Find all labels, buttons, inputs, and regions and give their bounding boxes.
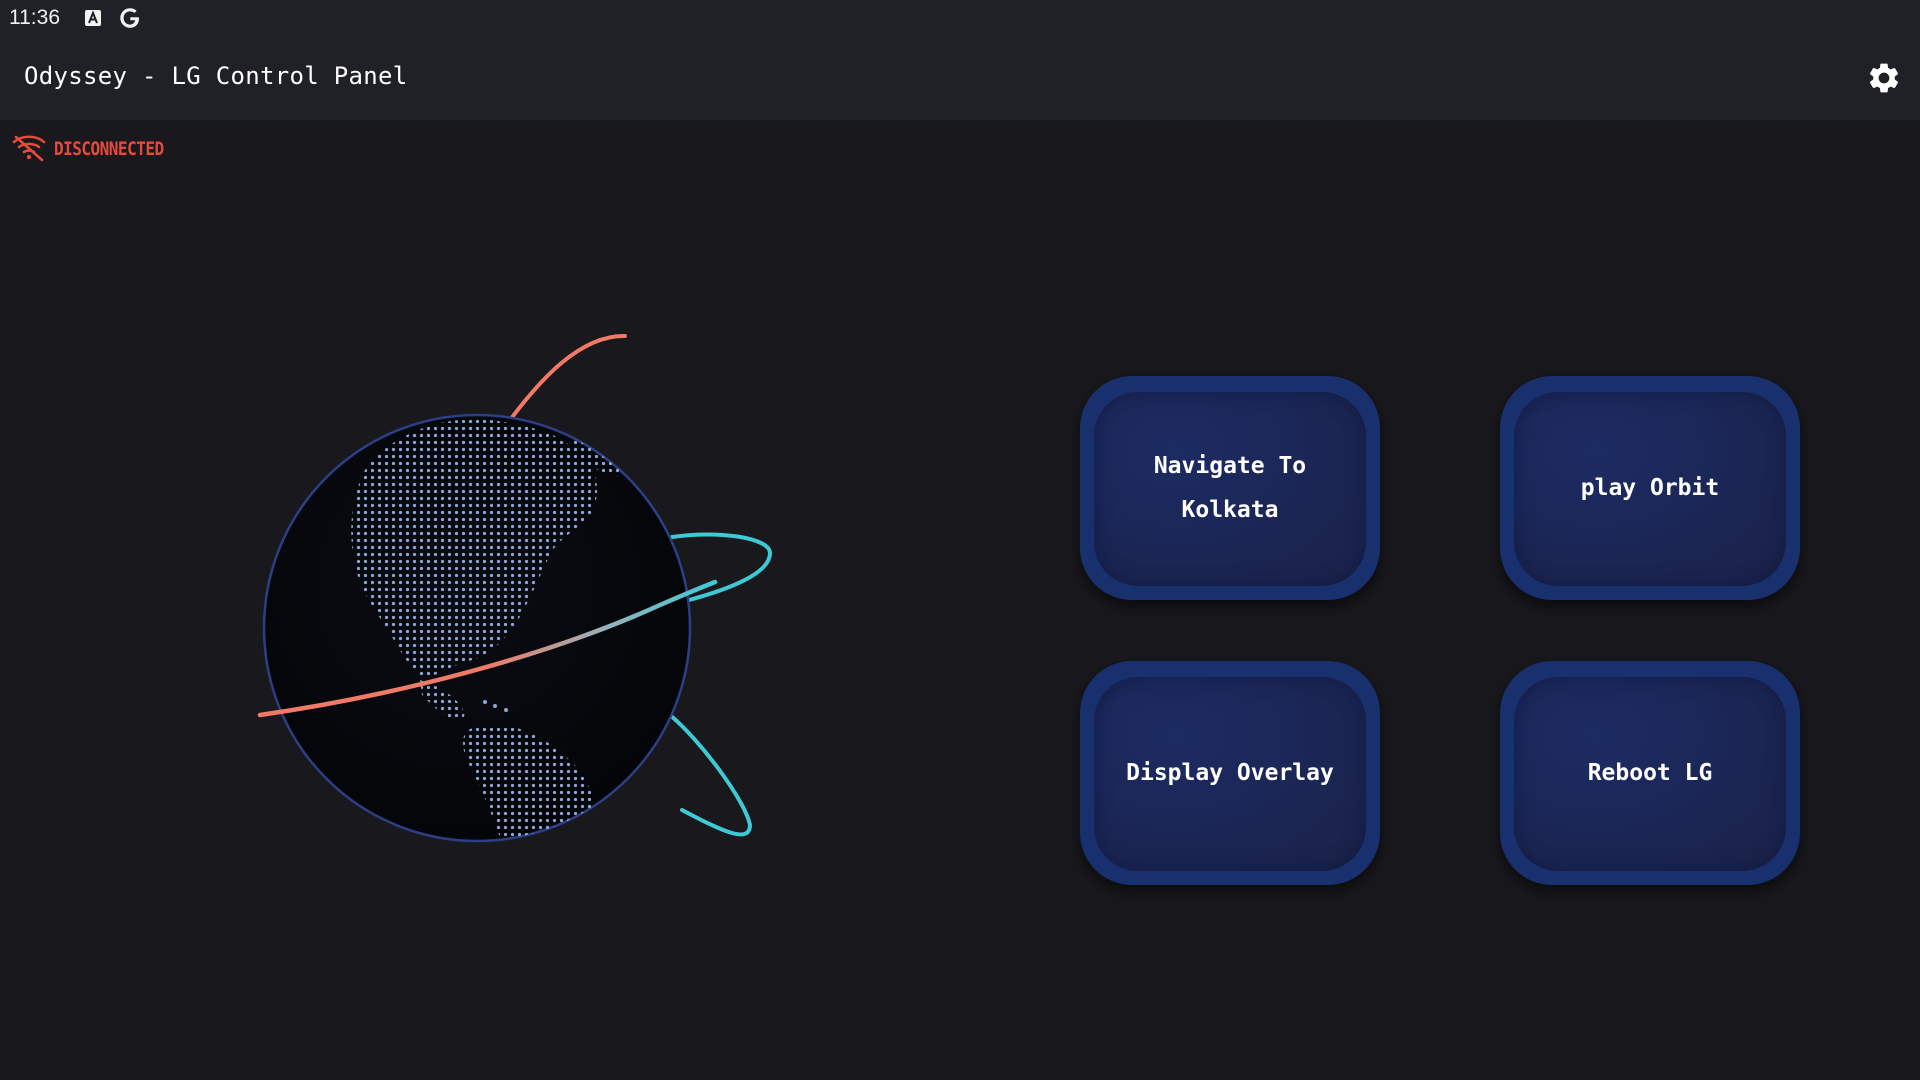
connection-status-label: DISCONNECTED	[54, 137, 164, 159]
navigate-to-kolkata-button[interactable]: Navigate To Kolkata	[1080, 376, 1380, 600]
status-time: 11:36	[9, 6, 60, 29]
display-overlay-button-label: Display Overlay	[1126, 760, 1334, 786]
gear-icon	[1869, 63, 1899, 93]
a-notification-icon	[82, 7, 106, 31]
reboot-lg-button-label: Reboot LG	[1587, 760, 1713, 786]
reboot-lg-button[interactable]: Reboot LG	[1500, 661, 1800, 885]
app-screen: 11:36 Odyssey - LG Control Panel DISCONN…	[0, 0, 1920, 1080]
play-orbit-button[interactable]: play Orbit	[1500, 376, 1800, 600]
connection-status: DISCONNECTED	[12, 134, 164, 162]
google-icon	[117, 5, 141, 29]
settings-button[interactable]	[1866, 60, 1902, 96]
globe-illustration	[250, 320, 790, 860]
display-overlay-button[interactable]: Display Overlay	[1080, 661, 1380, 885]
play-orbit-button-label: play Orbit	[1580, 475, 1720, 501]
app-bar: Odyssey - LG Control Panel	[0, 38, 1920, 120]
wifi-off-icon	[12, 135, 46, 162]
page-title: Odyssey - LG Control Panel	[24, 62, 408, 90]
navigate-button-label: Navigate To Kolkata	[1153, 453, 1307, 523]
status-bar: 11:36	[0, 0, 1920, 38]
